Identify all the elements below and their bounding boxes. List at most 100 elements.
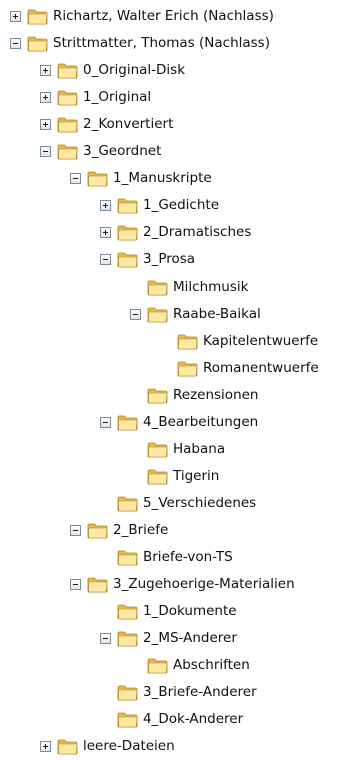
- folder-icon: [147, 387, 168, 404]
- tree-item[interactable]: Rezensionen: [130, 382, 259, 409]
- collapse-icon[interactable]: [100, 254, 111, 266]
- collapse-icon[interactable]: [130, 308, 141, 320]
- folder-icon: [147, 279, 168, 296]
- tree-item[interactable]: 2_Briefe: [70, 517, 168, 544]
- tree-item-label: 2_Dramatisches: [143, 224, 252, 241]
- folder-icon: [57, 738, 78, 755]
- tree-item[interactable]: 2_MS-Anderer: [100, 625, 237, 652]
- tree-item[interactable]: Briefe-von-TS: [100, 544, 233, 571]
- folder-icon: [117, 414, 138, 431]
- tree-item-label: 0_Original-Disk: [83, 62, 186, 79]
- collapse-icon[interactable]: [40, 146, 51, 158]
- tree-item[interactable]: 0_Original-Disk: [40, 57, 185, 84]
- tree-item-label: 2_Briefe: [113, 521, 169, 538]
- folder-icon: [117, 603, 138, 620]
- tree-item[interactable]: 4_Bearbeitungen: [100, 409, 258, 436]
- tree-item-label: 3_Briefe-Anderer: [143, 684, 257, 701]
- tree-item-label: 1_Manuskripte: [113, 170, 212, 187]
- tree-item-label: Raabe-Baikal: [173, 305, 261, 322]
- folder-icon: [57, 116, 78, 133]
- tree-item-label: 1_Gedichte: [143, 197, 220, 214]
- tree-item[interactable]: 2_Konvertiert: [40, 111, 173, 138]
- folder-icon: [177, 333, 198, 350]
- tree-item[interactable]: Romanentwuerfe: [160, 355, 319, 382]
- tree-item[interactable]: 1_Original: [40, 84, 151, 111]
- tree-item-label: 5_Verschiedenes: [143, 494, 257, 511]
- tree-item-label: 2_MS-Anderer: [143, 630, 237, 647]
- tree-item[interactable]: 5_Verschiedenes: [100, 490, 256, 517]
- tree-item-label: Abschriften: [173, 657, 250, 674]
- folder-icon: [117, 549, 138, 566]
- tree-item[interactable]: Habana: [130, 436, 225, 463]
- tree-item-label: Romanentwuerfe: [203, 359, 319, 376]
- folder-icon: [57, 89, 78, 106]
- tree-item-label: leere-Dateien: [83, 738, 175, 755]
- tree-item[interactable]: Strittmatter, Thomas (Nachlass): [10, 30, 270, 57]
- folder-icon: [147, 657, 168, 674]
- folder-icon: [57, 62, 78, 79]
- collapse-icon[interactable]: [10, 38, 21, 50]
- folder-icon: [147, 441, 168, 458]
- expand-icon[interactable]: [40, 119, 51, 131]
- tree-item-label: Kapitelentwuerfe: [203, 332, 319, 349]
- folder-icon: [117, 630, 138, 647]
- tree-item-label: 3_Zugehoerige-Materialien: [113, 576, 295, 593]
- collapse-icon[interactable]: [70, 524, 81, 536]
- tree-item[interactable]: 3_Briefe-Anderer: [100, 679, 257, 706]
- expand-icon[interactable]: [40, 741, 51, 753]
- collapse-icon[interactable]: [100, 416, 111, 428]
- expand-icon[interactable]: [10, 11, 21, 22]
- tree-item[interactable]: Tigerin: [130, 463, 219, 490]
- folder-icon: [87, 576, 108, 593]
- collapse-icon[interactable]: [70, 579, 81, 591]
- tree-item-label: 1_Original: [83, 89, 152, 106]
- folder-icon: [117, 251, 138, 268]
- folder-icon: [27, 8, 48, 25]
- folder-icon: [87, 522, 108, 539]
- tree-item[interactable]: 1_Manuskripte: [70, 165, 212, 192]
- expand-icon[interactable]: [40, 92, 51, 104]
- folder-icon: [177, 360, 198, 377]
- tree-item[interactable]: 2_Dramatisches: [100, 219, 251, 246]
- tree-item[interactable]: 3_Prosa: [100, 246, 195, 273]
- folder-icon: [117, 684, 138, 701]
- tree-item[interactable]: Raabe-Baikal: [130, 301, 261, 328]
- folder-tree: Richartz, Walter Erich (Nachlass) Strittm…: [0, 0, 350, 757]
- tree-item-label: 3_Prosa: [143, 251, 196, 268]
- expand-icon[interactable]: [100, 200, 111, 212]
- tree-item[interactable]: 1_Gedichte: [100, 192, 219, 219]
- tree-item-label: Rezensionen: [173, 386, 259, 403]
- tree-item-label: Habana: [173, 440, 226, 457]
- folder-icon: [117, 224, 138, 241]
- folder-icon: [117, 495, 138, 512]
- folder-icon: [147, 306, 168, 323]
- expand-icon[interactable]: [40, 65, 51, 77]
- tree-item[interactable]: 1_Dokumente: [100, 598, 237, 625]
- folder-icon: [87, 170, 108, 187]
- expand-icon[interactable]: [100, 227, 111, 239]
- folder-icon: [117, 197, 138, 214]
- collapse-icon[interactable]: [70, 173, 81, 185]
- tree-item-label: Strittmatter, Thomas (Nachlass): [53, 35, 270, 52]
- folder-icon: [27, 35, 48, 52]
- tree-item[interactable]: 3_Geordnet: [40, 138, 161, 165]
- folder-icon: [57, 143, 78, 160]
- tree-item-label: 4_Dok-Anderer: [143, 711, 244, 728]
- tree-item-label: Briefe-von-TS: [143, 549, 233, 565]
- tree-item[interactable]: Kapitelentwuerfe: [160, 328, 318, 355]
- tree-item-label: Milchmusik: [173, 278, 249, 295]
- folder-icon: [117, 711, 138, 728]
- tree-item[interactable]: Richartz, Walter Erich (Nachlass): [10, 3, 274, 30]
- tree-item[interactable]: 4_Dok-Anderer: [100, 706, 243, 733]
- tree-item-label: 2_Konvertiert: [83, 116, 174, 133]
- folder-icon: [147, 468, 168, 485]
- tree-item-label: Richartz, Walter Erich (Nachlass): [53, 8, 274, 24]
- tree-item-label: 3_Geordnet: [83, 143, 162, 160]
- tree-item[interactable]: 3_Zugehoerige-Materialien: [70, 571, 295, 598]
- tree-item[interactable]: Abschriften: [130, 652, 250, 679]
- tree-item-label: 4_Bearbeitungen: [143, 413, 259, 430]
- tree-item-label: Tigerin: [173, 467, 220, 484]
- collapse-icon[interactable]: [100, 633, 111, 645]
- tree-item[interactable]: leere-Dateien: [40, 733, 175, 760]
- tree-item[interactable]: Milchmusik: [130, 274, 248, 301]
